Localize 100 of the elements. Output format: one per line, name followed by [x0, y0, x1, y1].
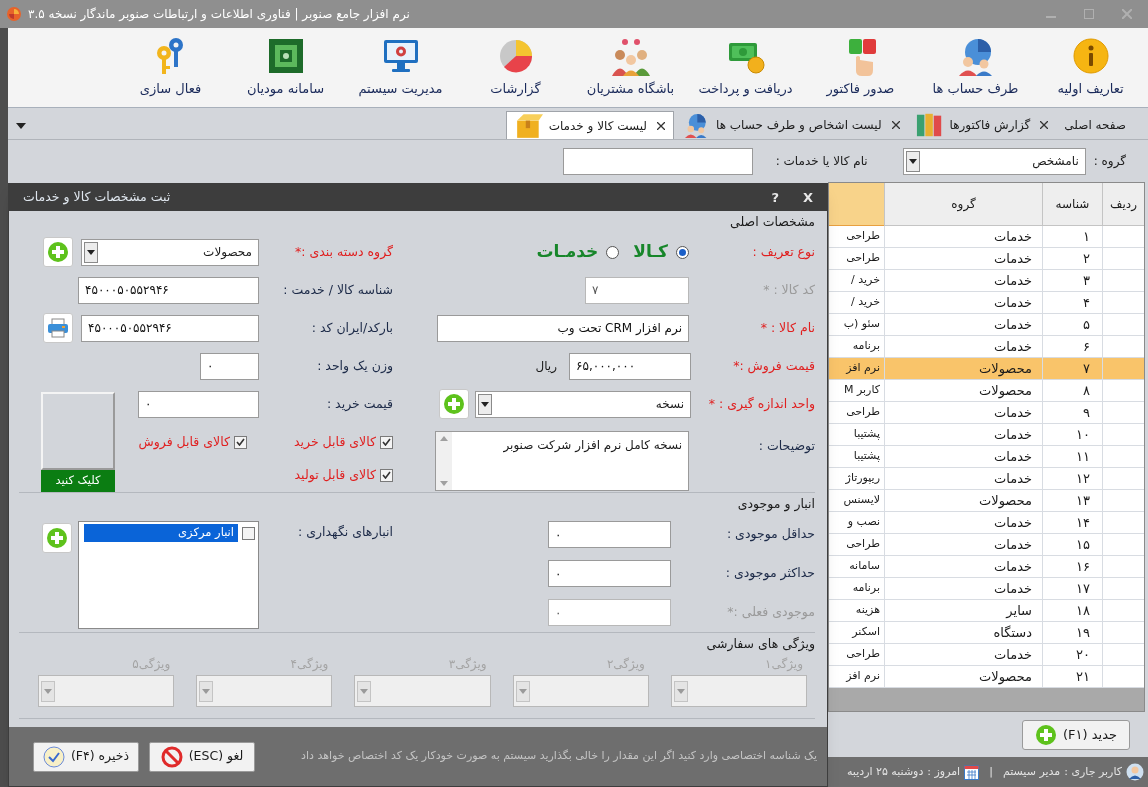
table-row[interactable]: ۲۱ محصولات نرم افز: [829, 666, 1144, 688]
ribbon-button[interactable]: دریافت و پرداخت: [688, 28, 803, 107]
title-bar-button[interactable]: ?: [771, 187, 779, 208]
table-row[interactable]: ۱ خدمات طراحی: [829, 226, 1144, 248]
text-area[interactable]: نسخه کامل نرم افزار شرکت صنوبر: [435, 431, 689, 491]
maximize-icon[interactable]: [1084, 9, 1094, 19]
column-header[interactable]: [829, 183, 884, 226]
list-box[interactable]: انبار مرکزی: [78, 521, 259, 629]
table-cell-text: خرید /: [850, 294, 881, 311]
table-cell-text: طراحی: [845, 250, 881, 267]
input-field[interactable]: ۴۵۰۰۰۵۰۵۵۲۹۴۶: [78, 276, 259, 304]
ribbon-button[interactable]: سامانه مودیان: [228, 28, 343, 107]
table-cell: ۱۳: [1042, 490, 1102, 511]
table-cell: خدمات: [884, 424, 1042, 445]
plus-icon: [46, 527, 68, 549]
section-heading: ویژگی های سفارشی: [705, 634, 815, 654]
table-row[interactable]: ۱۵ خدمات طراحی: [829, 534, 1144, 556]
table-cell: ۸: [1042, 380, 1102, 401]
input-field[interactable]: [562, 147, 753, 175]
add-button[interactable]: [43, 237, 73, 267]
plus-icon: [443, 393, 465, 415]
table-cell: ۱۴: [1042, 512, 1102, 533]
table-cell-text: اسکنر: [850, 624, 881, 641]
ribbon-button[interactable]: طرف حساب ها: [918, 28, 1033, 107]
input-field[interactable]: نرم افزار CRM تحت وب: [437, 314, 689, 342]
close-icon[interactable]: [891, 121, 900, 129]
table-row[interactable]: ۲ خدمات طراحی: [829, 248, 1144, 270]
table-row[interactable]: ۱۸ سایر هزینه: [829, 600, 1144, 622]
ribbon-button[interactable]: صدور فاکتور: [803, 28, 918, 107]
image-button[interactable]: کلیک کنید: [41, 470, 115, 492]
caret-icon: [202, 688, 211, 694]
input-field[interactable]: ۰: [200, 352, 259, 380]
input-field[interactable]: ۴۵۰۰۰۵۰۵۵۲۹۴۶: [81, 314, 259, 342]
field-label: کد کالا : *: [762, 280, 815, 299]
new-button[interactable]: جدید (F۱): [1022, 719, 1130, 750]
table-row[interactable]: ۱۰ خدمات پشتیبا: [829, 424, 1144, 446]
info-icon: [1070, 36, 1111, 77]
dialog-button[interactable]: ذخیره (F۴): [33, 741, 139, 772]
radio-label: کـالا: [633, 240, 668, 264]
table-cell: محصولات: [884, 358, 1042, 379]
radio-label: خدمـات: [536, 240, 599, 264]
table-row[interactable]: ۷ محصولات نرم افز: [829, 358, 1144, 380]
table-cell: ۲: [1042, 248, 1102, 269]
table-row[interactable]: ۱۳ محصولات لایسنس: [829, 490, 1144, 512]
table-cell: سایر: [884, 600, 1042, 621]
close-icon[interactable]: [657, 121, 665, 130]
table-cell: خدمات: [884, 402, 1042, 423]
radio-button[interactable]: [676, 245, 689, 259]
field-label: موجودی فعلی :*: [726, 603, 815, 622]
table-cell-text: خرید /: [850, 272, 881, 289]
combo-box[interactable]: نامشخص: [902, 147, 1086, 175]
list-item[interactable]: انبار مرکزی: [84, 524, 238, 542]
table-row[interactable]: ۳ خدمات خرید /: [829, 270, 1144, 292]
tab[interactable]: لیست کالا و خدمات: [505, 111, 674, 139]
caret-icon: [481, 401, 489, 407]
column-header[interactable]: گروه: [884, 183, 1042, 226]
ribbon-button[interactable]: باشگاه مشتریان: [573, 28, 688, 107]
checkbox[interactable]: [242, 526, 255, 540]
radio-button[interactable]: [606, 245, 620, 259]
table-row[interactable]: ۱۲ خدمات ریپورتاژ: [829, 468, 1144, 490]
table-row[interactable]: ۶ خدمات برنامه: [829, 336, 1144, 358]
table-row[interactable]: ۱۹ دستگاه اسکنر: [829, 622, 1144, 644]
print-button[interactable]: [43, 313, 73, 343]
table-row[interactable]: ۴ خدمات خرید /: [829, 292, 1144, 314]
table-cell: خدمات: [884, 556, 1042, 577]
table-row[interactable]: ۱۷ خدمات برنامه: [829, 578, 1144, 600]
table-row[interactable]: ۹ خدمات طراحی: [829, 402, 1144, 424]
add-button[interactable]: [439, 389, 469, 419]
ribbon-button[interactable]: مدیریت سیستم: [343, 28, 458, 107]
checkbox[interactable]: [380, 468, 393, 482]
input-field[interactable]: ۰: [138, 390, 259, 418]
dialog-button[interactable]: لغو (ESC): [149, 741, 255, 772]
table-row[interactable]: ۱۴ خدمات نصب و: [829, 512, 1144, 534]
caret-icon: [518, 688, 527, 694]
table-row[interactable]: ۲۰ خدمات طراحی: [829, 644, 1144, 666]
column-header[interactable]: شناسه: [1042, 183, 1102, 226]
table-cell-text: نصب و: [846, 514, 881, 531]
ribbon-button[interactable]: فعال سازی: [113, 28, 228, 107]
combo-box[interactable]: نسخه: [475, 390, 691, 418]
combo-box[interactable]: محصولات: [81, 238, 259, 266]
close-icon[interactable]: [1040, 121, 1049, 129]
checkbox-label: کالای قابل خرید: [294, 433, 376, 451]
checkbox[interactable]: [380, 435, 393, 449]
field-label: واحد اندازه گیری : *: [707, 394, 815, 414]
input-field[interactable]: ۰: [548, 521, 671, 548]
table-row[interactable]: ۱۶ خدمات سامانه: [829, 556, 1144, 578]
ribbon-button[interactable]: گزارشات: [458, 28, 573, 107]
table-row[interactable]: ۸ محصولات کاربر M: [829, 380, 1144, 402]
table-row[interactable]: ۱۱ خدمات پشتیبا: [829, 446, 1144, 468]
field-label: قیمت خرید :: [325, 394, 393, 413]
table-row[interactable]: ۵ خدمات سئو (ب: [829, 314, 1144, 336]
title-bar-button[interactable]: X: [802, 187, 813, 208]
window-title: نرم افزار جامع صنوبر | فناوری اطلاعات و ارتباطات صنوبر ماندگار نسخه ۳.۵: [28, 6, 410, 23]
checkbox[interactable]: [234, 435, 247, 449]
input-field[interactable]: ۰: [548, 560, 671, 587]
input-field[interactable]: ۶۵,۰۰۰,۰۰۰: [569, 352, 691, 380]
ribbon-button[interactable]: تعاریف اولیه: [1033, 28, 1148, 107]
column-header[interactable]: ردیف: [1102, 183, 1144, 226]
dropdown-icon[interactable]: [16, 123, 26, 129]
add-button[interactable]: [42, 523, 72, 553]
